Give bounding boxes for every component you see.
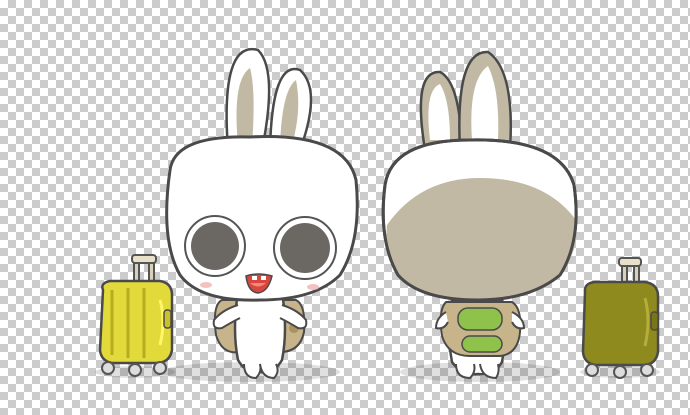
suitcase-olive [581, 257, 660, 379]
bunny-front [165, 47, 359, 380]
illustration [95, 47, 660, 382]
transparent-canvas [0, 0, 690, 415]
suitcase-yellow [98, 254, 174, 377]
bunny-back [381, 50, 578, 380]
